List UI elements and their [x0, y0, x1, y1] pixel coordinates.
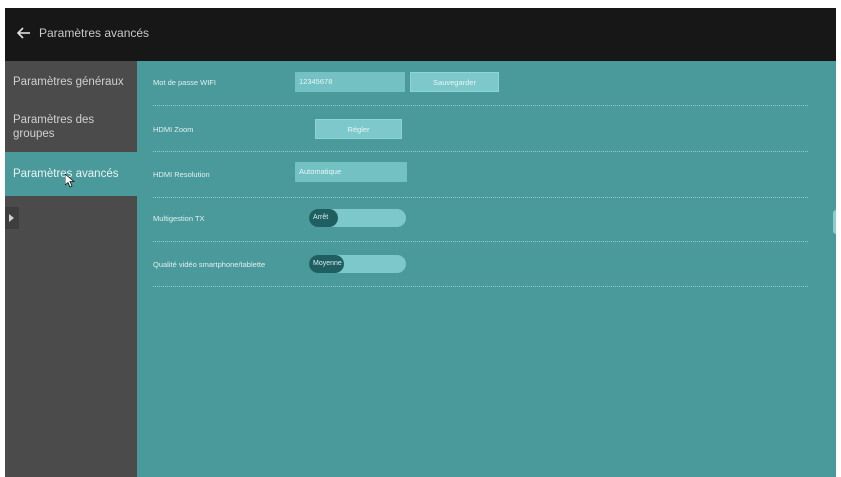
- sidebar-item-label-line1: Paramètres des: [13, 114, 95, 126]
- back-arrow-icon[interactable]: [15, 24, 33, 42]
- hdmi-zoom-label: HDMI Zoom: [153, 125, 194, 134]
- save-button[interactable]: Sauvegarder: [410, 72, 499, 92]
- slider-knob: Moyenne: [309, 255, 344, 273]
- hdmi-resolution-label: HDMI Resolution: [153, 170, 210, 179]
- page-title: Paramètres avancés: [39, 26, 150, 40]
- divider: [153, 241, 808, 242]
- multigestion-label: Multigestion TX: [153, 214, 205, 223]
- wifi-password-label: Mot de passe WIFI: [153, 78, 216, 87]
- video-quality-label: Qualité vidéo smartphone/tablette: [153, 260, 266, 269]
- hdmi-resolution-select[interactable]: Automatique: [295, 162, 407, 182]
- sidebar-item-label: Paramètres généraux: [13, 76, 124, 88]
- adjust-button[interactable]: Régler: [315, 119, 402, 139]
- header-bar: Paramètres avancés: [5, 8, 836, 61]
- multigestion-toggle[interactable]: Arrêt: [309, 209, 406, 227]
- wifi-password-input[interactable]: 12345678: [295, 72, 405, 92]
- mouse-cursor-icon: [65, 174, 75, 188]
- divider: [153, 105, 808, 106]
- sidebar-item-groups[interactable]: Paramètres des groupes: [5, 100, 137, 152]
- divider: [153, 197, 808, 198]
- divider: [153, 286, 808, 287]
- sidebar: Paramètres généraux Paramètres des group…: [5, 61, 137, 477]
- toggle-knob: Arrêt: [309, 209, 338, 227]
- edge-drawer-handle[interactable]: [833, 210, 836, 234]
- divider: [153, 151, 808, 152]
- expand-arrow-icon[interactable]: [5, 207, 19, 229]
- sidebar-item-general[interactable]: Paramètres généraux: [5, 61, 137, 100]
- app-screen: Paramètres avancés Paramètres généraux P…: [5, 8, 836, 477]
- sidebar-item-label-line2: groupes: [13, 128, 55, 140]
- video-quality-slider[interactable]: Moyenne: [309, 255, 406, 273]
